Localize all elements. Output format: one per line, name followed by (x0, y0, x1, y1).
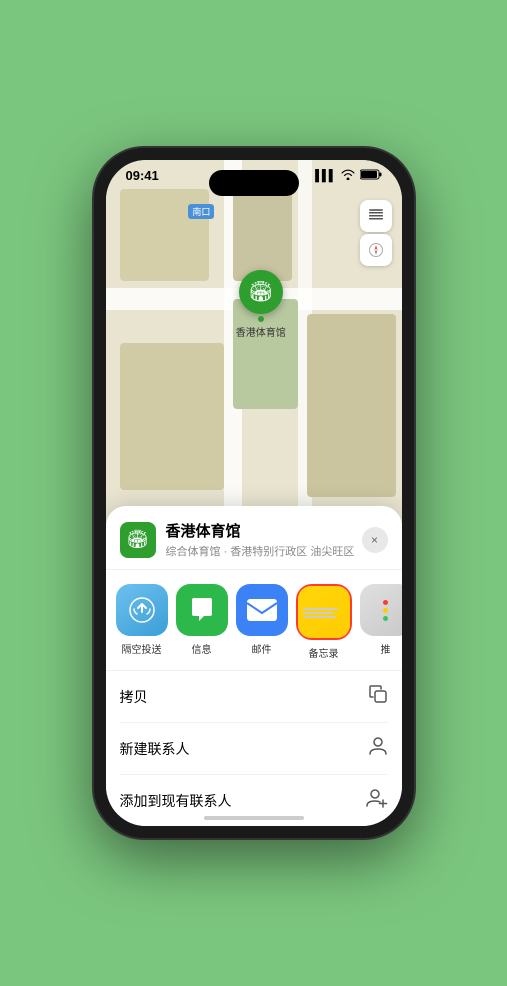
share-item-airdrop[interactable]: 隔空投送 (116, 584, 168, 660)
dot-red (383, 600, 388, 605)
notes-inner (298, 586, 350, 638)
map-controls (360, 200, 392, 266)
signal-icon: ▌▌▌ (315, 170, 335, 182)
status-time: 09:41 (126, 168, 159, 183)
notes-icon (298, 586, 350, 638)
share-item-mail[interactable]: 邮件 (236, 584, 288, 660)
more-label: 推 (381, 641, 391, 656)
notes-line-3 (303, 616, 337, 618)
venue-icon: 🏟 (120, 522, 156, 558)
messages-icon (176, 584, 228, 636)
venue-subtitle: 综合体育馆 · 香港特别行政区 油尖旺区 (166, 543, 362, 559)
status-icons: ▌▌▌ (315, 169, 381, 183)
bottom-sheet: 🏟 香港体育馆 综合体育馆 · 香港特别行政区 油尖旺区 × 隔空投送 (106, 506, 402, 826)
person-add-icon (366, 788, 388, 813)
action-copy[interactable]: 拷贝 (120, 671, 388, 723)
sheet-header: 🏟 香港体育馆 综合体育馆 · 香港特别行政区 油尖旺区 × (106, 506, 402, 570)
stadium-pin: 🏟 香港体育馆 (236, 270, 286, 339)
share-item-more[interactable]: 推 (360, 584, 402, 660)
mail-icon (236, 584, 288, 636)
action-add-existing-label: 添加到现有联系人 (120, 791, 232, 811)
close-button[interactable]: × (362, 527, 388, 553)
dot-yellow (383, 608, 388, 613)
share-row: 隔空投送 信息 邮件 (106, 570, 402, 671)
map-label-nankou: 南口 (188, 204, 214, 219)
battery-icon (360, 169, 382, 183)
notes-line-2 (303, 612, 335, 614)
action-new-contact[interactable]: 新建联系人 (120, 723, 388, 775)
airdrop-label: 隔空投送 (122, 641, 162, 656)
wifi-icon (341, 169, 355, 183)
copy-icon (368, 684, 388, 709)
pin-icon: 🏟 (239, 270, 283, 314)
map-block-3 (120, 343, 224, 490)
notes-line-1 (303, 608, 339, 610)
notes-label: 备忘录 (309, 645, 339, 660)
action-copy-label: 拷贝 (120, 687, 148, 707)
share-item-messages[interactable]: 信息 (176, 584, 228, 660)
pin-label: 香港体育馆 (236, 324, 286, 339)
dot-green (383, 616, 388, 621)
person-icon (368, 736, 388, 761)
venue-name: 香港体育馆 (166, 520, 362, 541)
home-indicator (204, 816, 304, 820)
more-icon (360, 584, 402, 636)
share-item-notes[interactable]: 备忘录 (296, 584, 352, 660)
more-dots (383, 600, 388, 621)
map-compass-button[interactable] (360, 234, 392, 266)
mail-label: 邮件 (252, 641, 272, 656)
action-new-contact-label: 新建联系人 (120, 739, 190, 759)
venue-info: 香港体育馆 综合体育馆 · 香港特别行政区 油尖旺区 (166, 520, 362, 559)
phone-frame: 09:41 ▌▌▌ 南口 (94, 148, 414, 838)
map-area[interactable]: 南口 🏟 香港体育馆 (106, 160, 402, 526)
phone-screen: 09:41 ▌▌▌ 南口 (106, 160, 402, 826)
action-list: 拷贝 新建联系人 添加到现有联系人 (106, 671, 402, 826)
close-icon: × (371, 533, 378, 547)
messages-label: 信息 (192, 641, 212, 656)
airdrop-icon (116, 584, 168, 636)
dynamic-island (209, 170, 299, 196)
map-layers-button[interactable] (360, 200, 392, 232)
map-block-4 (307, 314, 396, 497)
pin-dot (258, 316, 264, 322)
